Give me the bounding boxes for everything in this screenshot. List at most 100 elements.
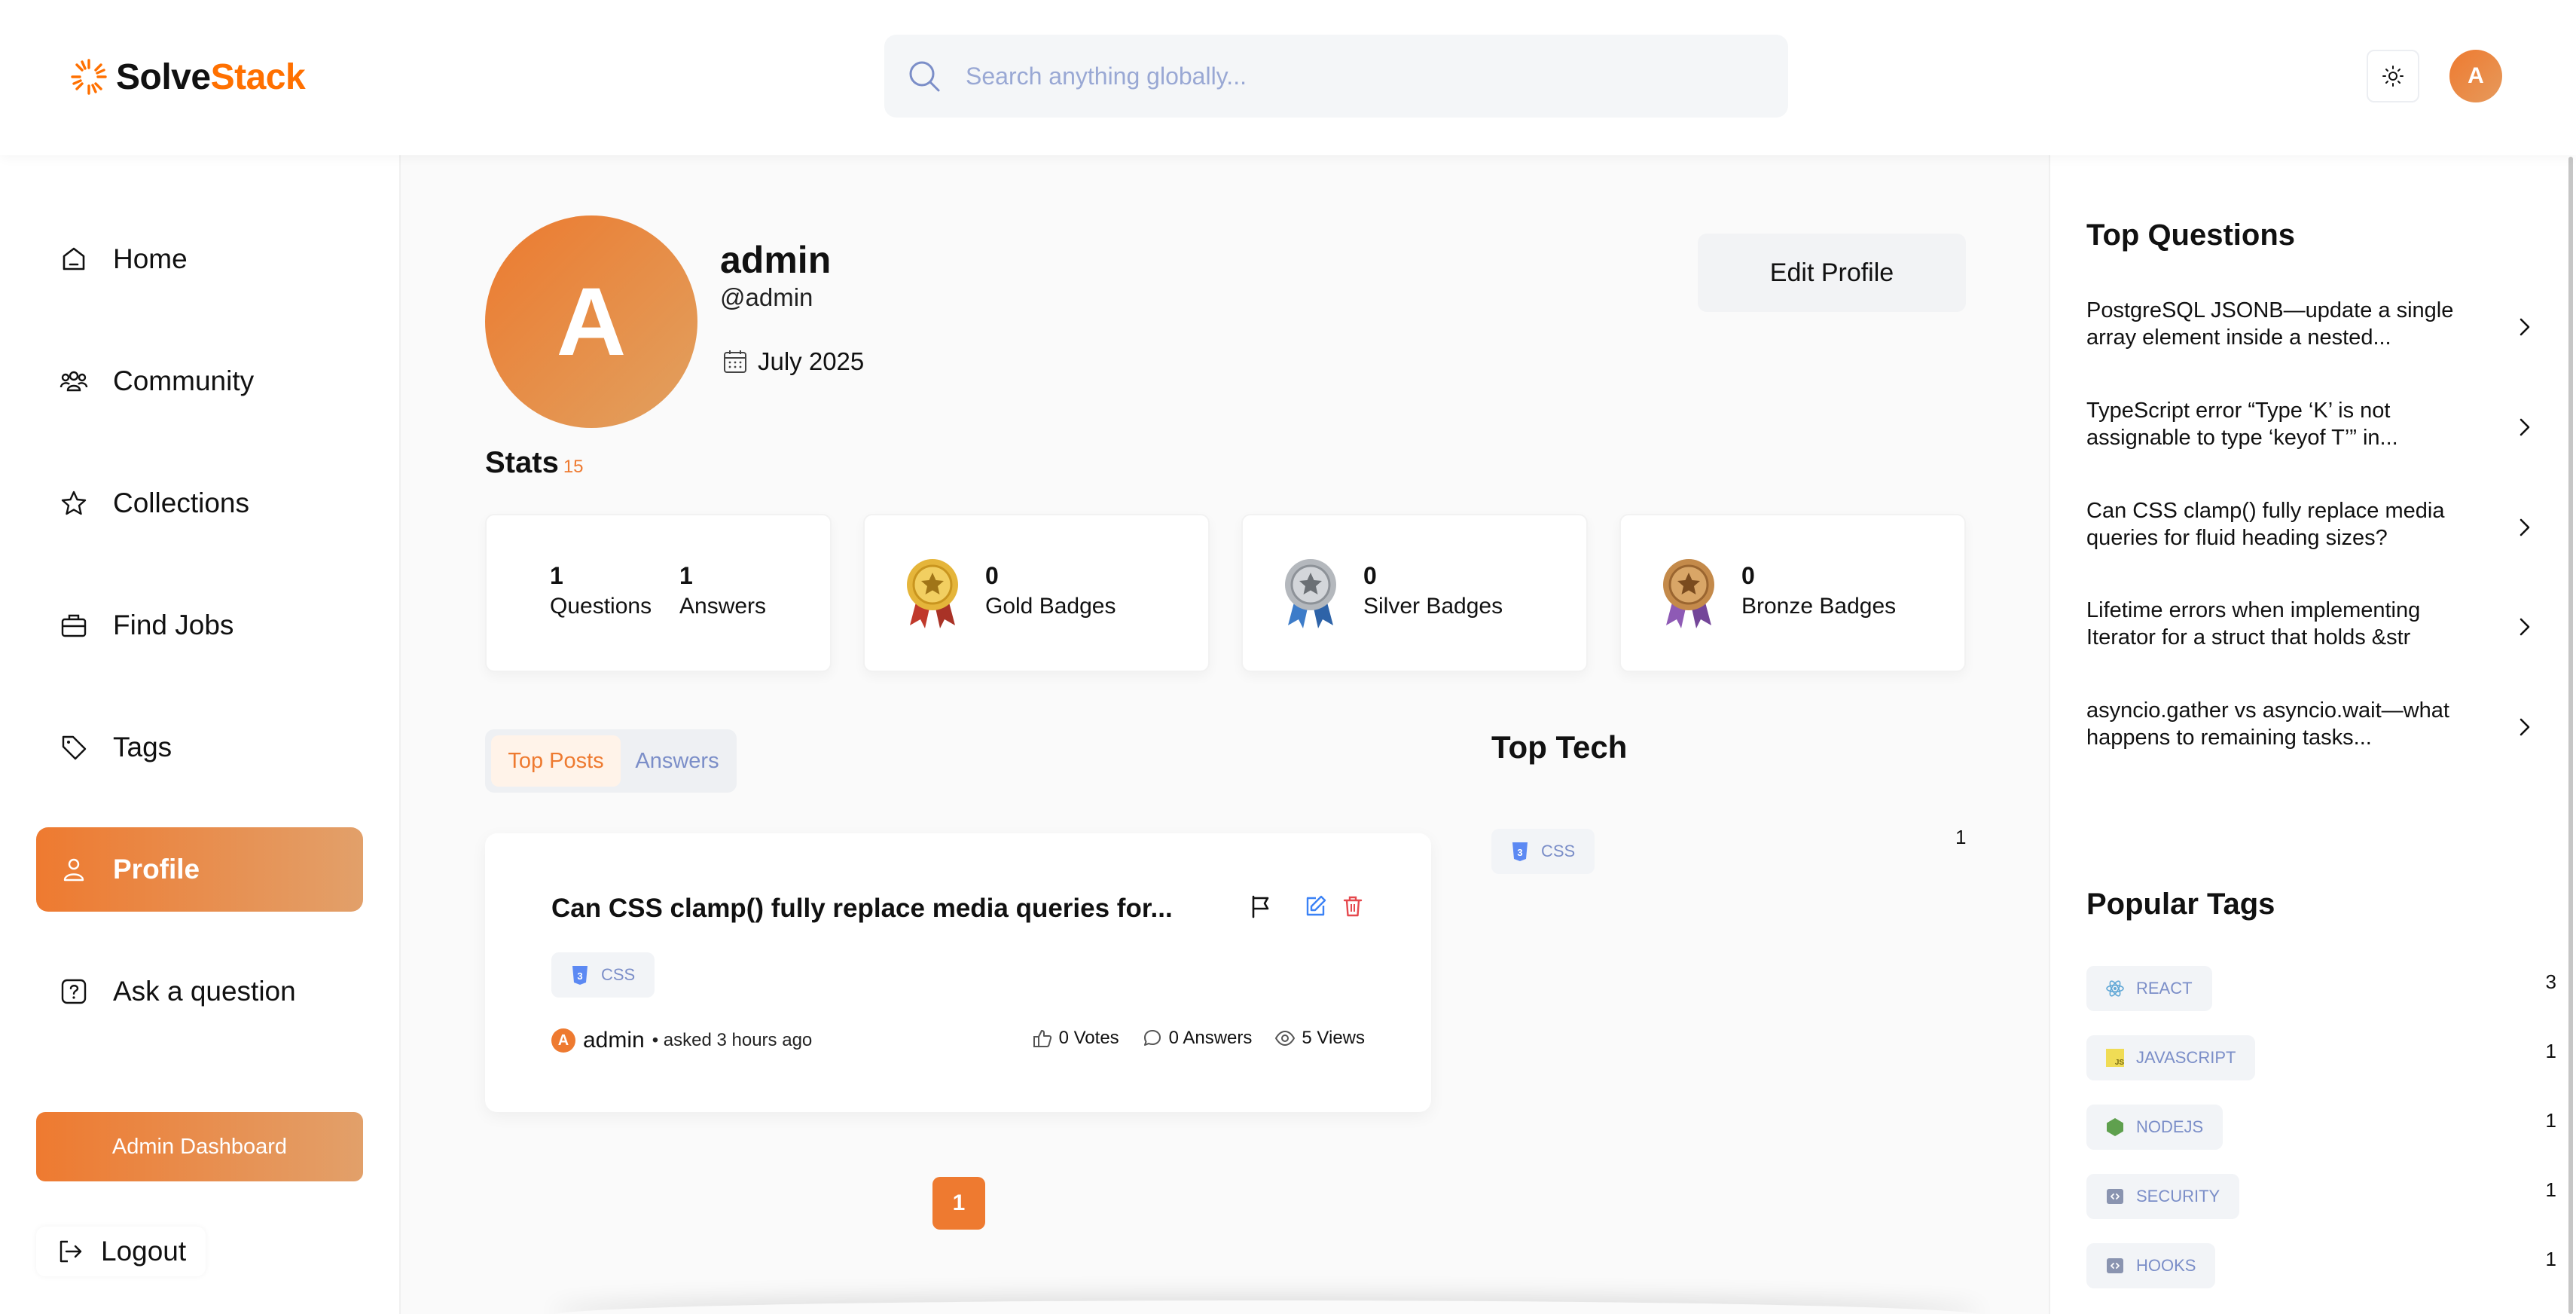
tag-count: 1 bbox=[2545, 1040, 2556, 1062]
logout-label: Logout bbox=[101, 1236, 187, 1267]
tag-label: security bbox=[2136, 1187, 2220, 1206]
author-avatar: A bbox=[551, 1028, 575, 1053]
gold-medal-icon bbox=[907, 559, 958, 628]
top-question-text: Can CSS clamp() fully replace media quer… bbox=[2086, 499, 2445, 550]
tag-count: 3 bbox=[2545, 970, 2556, 993]
top-question-item[interactable]: Lifetime errors when implementing Iterat… bbox=[2086, 597, 2538, 657]
admin-dashboard-button[interactable]: Admin Dashboard bbox=[36, 1112, 363, 1181]
search-input[interactable] bbox=[966, 62, 1719, 90]
popular-tag-chip[interactable]: JS javascript bbox=[2086, 1035, 2256, 1080]
top-questions-heading: Top Questions bbox=[2086, 218, 2296, 252]
tab-answers[interactable]: Answers bbox=[625, 735, 729, 787]
flag-icon[interactable] bbox=[1247, 894, 1273, 919]
popular-tag-chip[interactable]: hooks bbox=[2086, 1243, 2216, 1288]
logout-button[interactable]: Logout bbox=[36, 1227, 206, 1276]
profile-tabs: Top Posts Answers bbox=[485, 729, 737, 793]
top-question-item[interactable]: Can CSS clamp() fully replace media quer… bbox=[2086, 497, 2538, 558]
chevron-right-icon bbox=[2520, 718, 2530, 736]
tab-top-posts[interactable]: Top Posts bbox=[491, 735, 621, 787]
tag-count: 1 bbox=[2545, 1109, 2556, 1132]
popular-tag-item[interactable]: JS javascript 1 bbox=[2086, 1035, 2556, 1080]
question-tag[interactable]: 3 css bbox=[551, 952, 655, 998]
global-search[interactable] bbox=[884, 35, 1788, 118]
popular-tag-item[interactable]: nodejs 1 bbox=[2086, 1105, 2556, 1150]
questions-count: 1 bbox=[550, 562, 563, 589]
author-name: admin bbox=[583, 1028, 645, 1053]
profile-username: @admin bbox=[720, 283, 813, 311]
sidebar-item-ask-question[interactable]: Ask a question bbox=[36, 949, 363, 1034]
sidebar-item-find-jobs[interactable]: Find Jobs bbox=[36, 583, 363, 668]
eye-icon bbox=[1275, 1030, 1296, 1047]
stat-card-bronze: 0 Bronze Badges bbox=[1619, 514, 1966, 672]
question-metrics: 0 Votes 0 Answers 5 Views bbox=[1032, 1028, 1365, 1049]
answers-label: Answers bbox=[679, 594, 767, 619]
popular-tag-chip[interactable]: react bbox=[2086, 966, 2212, 1011]
gold-badges-count: 0 bbox=[985, 562, 999, 589]
sidebar-item-home[interactable]: Home bbox=[36, 217, 363, 301]
tag-count: 1 bbox=[2545, 1178, 2556, 1201]
answers-text: 0 Answers bbox=[1168, 1028, 1253, 1048]
edit-profile-button[interactable]: Edit Profile bbox=[1698, 234, 1966, 312]
logo-text-solve: Solve bbox=[116, 57, 211, 97]
user-avatar[interactable]: A bbox=[2449, 50, 2502, 102]
answers-count: 1 bbox=[679, 562, 693, 589]
delete-icon[interactable] bbox=[1341, 894, 1365, 918]
question-card[interactable]: Can CSS clamp() fully replace media quer… bbox=[485, 833, 1431, 1112]
popular-tag-item[interactable]: react 3 bbox=[2086, 966, 2556, 1011]
sidebar-item-community[interactable]: Community bbox=[36, 339, 363, 423]
profile-avatar: A bbox=[485, 215, 697, 428]
bronze-badges-label: Bronze Badges bbox=[1741, 594, 1897, 619]
theme-toggle-button[interactable] bbox=[2367, 50, 2419, 102]
sun-logo-icon bbox=[71, 59, 107, 95]
search-icon bbox=[909, 61, 940, 92]
gold-badges-label: Gold Badges bbox=[985, 594, 1116, 619]
tag-label: css bbox=[601, 965, 636, 984]
popular-tag-item[interactable]: hooks 1 bbox=[2086, 1243, 2556, 1288]
top-header: SolveStack A bbox=[0, 0, 2576, 155]
profile-name: admin bbox=[720, 239, 832, 281]
javascript-icon: JS bbox=[2106, 1049, 2124, 1067]
calendar-icon bbox=[724, 350, 746, 373]
silver-badges-label: Silver Badges bbox=[1363, 594, 1503, 619]
top-question-text: PostgreSQL JSONB—update a single array e… bbox=[2086, 298, 2454, 350]
questions-label: Questions bbox=[550, 594, 652, 619]
top-question-item[interactable]: PostgreSQL JSONB—update a single array e… bbox=[2086, 297, 2538, 357]
silver-medal-icon bbox=[1285, 559, 1336, 628]
message-icon bbox=[1143, 1030, 1161, 1046]
star-icon bbox=[61, 490, 87, 515]
top-tech-tag[interactable]: 3 css bbox=[1491, 829, 1595, 874]
svg-text:3: 3 bbox=[577, 970, 582, 982]
asked-time: • asked 3 hours ago bbox=[652, 1030, 813, 1050]
sidebar-item-tags[interactable]: Tags bbox=[36, 705, 363, 790]
scrollbar-thumb[interactable] bbox=[2568, 157, 2573, 1314]
top-question-item[interactable]: asyncio.gather vs asyncio.wait—what happ… bbox=[2086, 697, 2538, 757]
tag-count: 1 bbox=[2545, 1248, 2556, 1270]
sidebar-item-collections[interactable]: Collections bbox=[36, 461, 363, 545]
question-author[interactable]: A admin • asked 3 hours ago bbox=[551, 1028, 812, 1053]
popular-tag-chip[interactable]: security bbox=[2086, 1174, 2240, 1219]
chevron-right-icon bbox=[2520, 618, 2530, 636]
sun-icon bbox=[2382, 66, 2404, 87]
top-tech-heading: Top Tech bbox=[1491, 729, 1628, 765]
logo[interactable]: SolveStack bbox=[69, 53, 306, 101]
edit-icon[interactable] bbox=[1303, 894, 1327, 918]
popular-tag-item[interactable]: security 1 bbox=[2086, 1174, 2556, 1219]
sidebar-item-label: Tags bbox=[113, 732, 172, 762]
chevron-right-icon bbox=[2520, 418, 2530, 436]
sidebar-item-label: Find Jobs bbox=[113, 610, 234, 640]
tag-label: javascript bbox=[2136, 1048, 2236, 1067]
pagination-page-1[interactable]: 1 bbox=[932, 1177, 985, 1230]
popular-tag-chip[interactable]: nodejs bbox=[2086, 1105, 2223, 1150]
tag-label: hooks bbox=[2136, 1256, 2196, 1275]
views-text: 5 Views bbox=[1302, 1028, 1365, 1048]
stat-card-gold: 0 Gold Badges bbox=[863, 514, 1210, 672]
stat-card-posts: 1 Questions 1 Answers bbox=[485, 514, 832, 672]
profile-joined: July 2025 bbox=[720, 347, 864, 377]
briefcase-icon bbox=[61, 614, 87, 637]
question-title[interactable]: Can CSS clamp() fully replace media quer… bbox=[551, 894, 1199, 924]
logo-text: SolveStack bbox=[116, 57, 306, 98]
logo-text-stack: Stack bbox=[210, 57, 306, 97]
top-question-text: asyncio.gather vs asyncio.wait—what happ… bbox=[2086, 698, 2449, 750]
sidebar-item-profile[interactable]: Profile bbox=[36, 827, 363, 912]
top-question-item[interactable]: TypeScript error “Type ‘K’ is not assign… bbox=[2086, 397, 2538, 457]
